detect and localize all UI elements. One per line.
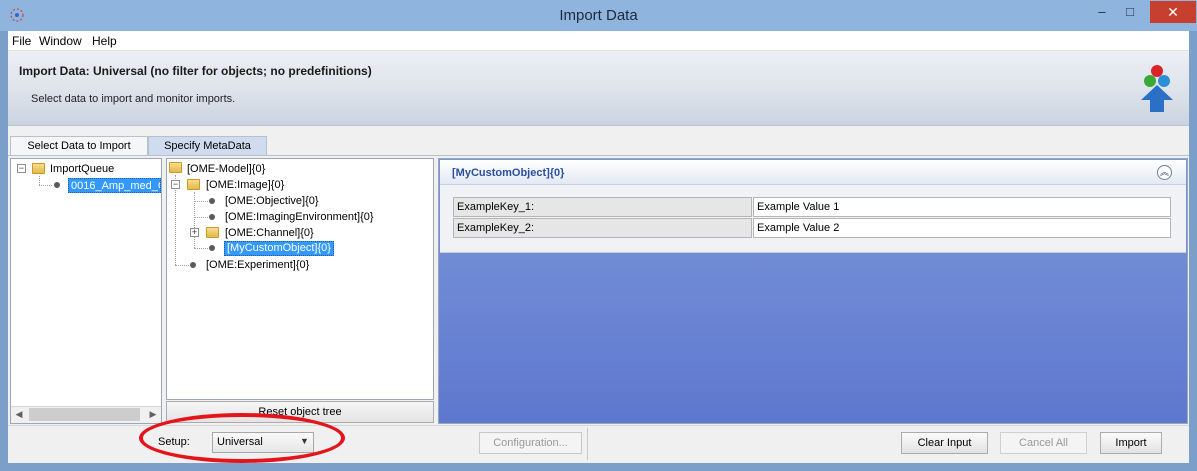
menu-file[interactable]: File [12, 34, 31, 48]
header-description: Select data to import and monitor import… [31, 93, 236, 105]
tab-divider [8, 155, 1189, 156]
tree-node-channel[interactable]: [OME:Channel]{0} [225, 227, 314, 239]
collapse-icon[interactable]: − [17, 164, 26, 173]
maximize-button[interactable]: □ [1116, 1, 1144, 23]
tree-connector [194, 248, 208, 249]
expand-icon[interactable]: + [190, 228, 199, 237]
collapse-up-icon[interactable]: ︽ [1157, 165, 1172, 180]
node-bullet-icon [209, 214, 215, 220]
cancel-all-button[interactable]: Cancel All [1000, 432, 1087, 454]
tree-connector [175, 265, 189, 266]
node-bullet-icon [209, 245, 215, 251]
divider [587, 428, 588, 460]
tree-node-my-custom-object[interactable]: [MyCustomObject]{0} [224, 241, 334, 256]
window-title: Import Data [559, 7, 638, 24]
queue-root-label: ImportQueue [50, 163, 115, 175]
tree-connector [194, 201, 208, 202]
clear-input-button[interactable]: Clear Input [901, 432, 988, 454]
folder-icon [206, 227, 219, 238]
tab-select-data[interactable]: Select Data to Import [10, 136, 148, 156]
menu-help[interactable]: Help [92, 34, 117, 48]
object-form-title: [MyCustomObject]{0} [452, 167, 565, 179]
node-bullet-icon [190, 262, 196, 268]
field-value-input[interactable]: Example Value 1 [753, 197, 1171, 217]
folder-icon [187, 179, 200, 190]
tree-connector [39, 176, 40, 185]
folder-icon [32, 163, 45, 174]
menu-bar: File Window Help [8, 31, 1189, 51]
header-banner: Import Data: Universal (no filter for ob… [8, 52, 1189, 126]
menu-window[interactable]: Window [39, 34, 82, 48]
collapse-icon[interactable]: − [171, 180, 180, 189]
header-title: Import Data: Universal (no filter for ob… [19, 64, 372, 78]
tree-node-imaging-environment[interactable]: [OME:ImagingEnvironment]{0} [225, 211, 374, 223]
configuration-button[interactable]: Configuration... [479, 432, 582, 454]
field-key: ExampleKey_1: [453, 197, 752, 217]
tree-node-objective[interactable]: [OME:Objective]{0} [225, 195, 319, 207]
tree-node-ome-model[interactable]: [OME-Model]{0} [187, 163, 265, 175]
annotation-ellipse [139, 413, 345, 463]
scroll-left-icon[interactable]: ◀ [11, 406, 27, 423]
tree-connector [194, 217, 208, 218]
field-key: ExampleKey_2: [453, 218, 752, 238]
close-button[interactable]: ✕ [1150, 1, 1196, 23]
scrollbar-thumb[interactable] [29, 408, 140, 421]
tree-node-ome-image[interactable]: [OME:Image]{0} [206, 179, 284, 191]
tree-node-experiment[interactable]: [OME:Experiment]{0} [206, 259, 309, 271]
import-button[interactable]: Import [1100, 432, 1162, 454]
folder-icon [169, 162, 182, 173]
tab-specify-metadata[interactable]: Specify MetaData [148, 136, 267, 156]
import-queue-panel [10, 158, 162, 424]
item-bullet-icon [54, 182, 60, 188]
import-arrow-logo-icon [1141, 65, 1173, 112]
scroll-right-icon[interactable]: ▶ [145, 406, 161, 423]
minimize-button[interactable]: – [1088, 1, 1116, 23]
node-bullet-icon [209, 198, 215, 204]
queue-item[interactable]: 0016_Amp_med_G [68, 178, 161, 193]
tree-connector [39, 185, 52, 186]
field-value-input[interactable]: Example Value 2 [753, 218, 1171, 238]
